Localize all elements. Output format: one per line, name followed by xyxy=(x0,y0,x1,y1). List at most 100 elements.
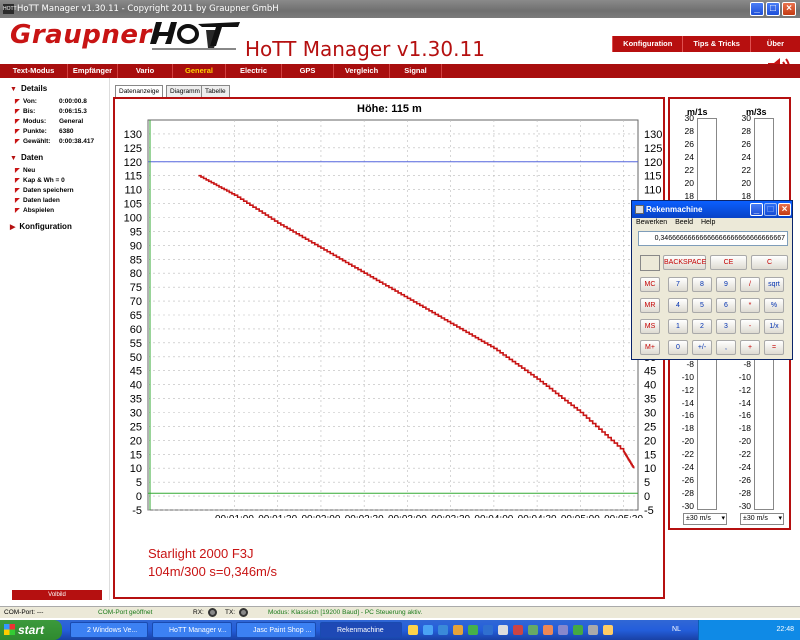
calc-minimize-button[interactable]: _ xyxy=(750,203,763,216)
bullet-icon: ◤ xyxy=(15,208,20,214)
backspace-button[interactable]: BACKSPACE xyxy=(663,255,706,270)
x-tick-label: 00:02:00 xyxy=(301,514,340,518)
memory-mplus-button[interactable]: M+ xyxy=(640,340,660,355)
menu-gps[interactable]: GPS xyxy=(282,64,334,78)
quick-launch-icon[interactable] xyxy=(543,625,553,635)
details-header[interactable]: ▼ Details xyxy=(10,84,47,93)
quick-launch-icon[interactable] xyxy=(513,625,523,635)
topnav-konfiguration[interactable]: Konfiguration xyxy=(612,36,683,52)
language-indicator[interactable]: NL xyxy=(672,620,681,640)
taskbar-paint-shop[interactable]: Jasc Paint Shop ... xyxy=(236,622,316,638)
quick-launch-icon[interactable] xyxy=(603,625,613,635)
key-x-button[interactable]: , xyxy=(716,340,736,355)
calculator-display[interactable]: 0,34666666666666666666666666666667 xyxy=(638,231,788,246)
quick-launch-icon[interactable] xyxy=(438,625,448,635)
y-tick-label-left: 115 xyxy=(124,171,142,183)
clock: 22:48 xyxy=(776,626,794,633)
vario-scale-label: -26 xyxy=(738,475,751,486)
key-6-button[interactable]: 6 xyxy=(716,298,736,313)
vario-range-select-1s[interactable]: ±30 m/s xyxy=(683,513,727,525)
y-tick-label-right: 40 xyxy=(644,380,656,392)
daten-laden[interactable]: ◤ Daten laden xyxy=(15,197,60,204)
menu-vergleich[interactable]: Vergleich xyxy=(334,64,390,78)
memory-mc-button[interactable]: MC xyxy=(640,277,660,292)
quick-launch-icon[interactable] xyxy=(468,625,478,635)
quick-launch-icon[interactable] xyxy=(498,625,508,635)
quick-launch-icon[interactable] xyxy=(573,625,583,635)
window-titlebar: HOTT HoTT Manager v1.30.11 - Copyright 2… xyxy=(0,0,800,18)
menu-empfanger[interactable]: Empfänger xyxy=(68,64,118,78)
key-1-button[interactable]: 1 xyxy=(668,319,688,334)
menu-vario[interactable]: Vario xyxy=(118,64,173,78)
menu-electric[interactable]: Electric xyxy=(226,64,282,78)
calc-menu-help[interactable]: Help xyxy=(701,219,715,226)
volbild-button[interactable]: Volbild xyxy=(12,590,102,600)
key-8-button[interactable]: 8 xyxy=(692,277,712,292)
tab-tabelle[interactable]: Tabelle xyxy=(201,85,230,97)
topnav-tips[interactable]: Tips & Tricks xyxy=(682,36,750,52)
taskbar-windows-explorer[interactable]: 2 Windows Ve... xyxy=(70,622,148,638)
calc-menu-bewerken[interactable]: Bewerken xyxy=(636,219,667,226)
main-menu: Text-Modus Empfänger Vario General Elect… xyxy=(0,64,800,78)
c-button[interactable]: C xyxy=(751,255,788,270)
y-tick-label-left: 20 xyxy=(130,435,142,447)
minimize-button[interactable]: _ xyxy=(750,2,764,16)
key-x-button[interactable]: * xyxy=(740,298,760,313)
key-3-button[interactable]: 3 xyxy=(716,319,736,334)
vario-range-select-3s[interactable]: ±30 m/s xyxy=(740,513,784,525)
maximize-button[interactable]: □ xyxy=(766,2,780,16)
key-x-button[interactable]: / xyxy=(740,277,760,292)
daten-neu[interactable]: ◤ Neu xyxy=(15,167,35,174)
y-tick-label-left: 120 xyxy=(124,157,142,169)
calc-menu-beeld[interactable]: Beeld xyxy=(675,219,693,226)
vario-scale-label: -10 xyxy=(738,371,751,382)
key-x-button[interactable]: = xyxy=(764,340,784,355)
quick-launch-icon[interactable] xyxy=(423,625,433,635)
key-x-button[interactable]: % xyxy=(764,298,784,313)
bullet-icon: ◤ xyxy=(15,139,20,145)
key-sqrt-button[interactable]: sqrt xyxy=(764,277,784,292)
quick-launch-icon[interactable] xyxy=(483,625,493,635)
key-5-button[interactable]: 5 xyxy=(692,298,712,313)
quick-launch-icon[interactable] xyxy=(588,625,598,635)
menu-signal[interactable]: Signal xyxy=(390,64,442,78)
memory-mr-button[interactable]: MR xyxy=(640,298,660,313)
key-9-button[interactable]: 9 xyxy=(716,277,736,292)
daten-kap[interactable]: ◤ Kap & Wh = 0 xyxy=(15,177,65,184)
key-xxx-button[interactable]: +/- xyxy=(692,340,712,355)
taskbar-hott-manager[interactable]: HoTT Manager v... xyxy=(152,622,232,638)
key-0-button[interactable]: 0 xyxy=(668,340,688,355)
tab-diagramm[interactable]: Diagramm xyxy=(166,85,204,97)
key-2-button[interactable]: 2 xyxy=(692,319,712,334)
key-7-button[interactable]: 7 xyxy=(668,277,688,292)
daten-header[interactable]: ▼ Daten xyxy=(10,153,43,162)
quick-launch-icon[interactable] xyxy=(408,625,418,635)
vario-scale-label: -20 xyxy=(681,436,694,447)
menu-general[interactable]: General xyxy=(173,64,226,78)
konfiguration-header[interactable]: ▶ Konfiguration xyxy=(10,222,72,231)
menu-text-modus[interactable]: Text-Modus xyxy=(0,64,68,78)
taskbar-rekenmachine[interactable]: Rekenmachine xyxy=(320,622,402,638)
vario-scale-label: -10 xyxy=(681,371,694,382)
key-1xx-button[interactable]: 1/x xyxy=(764,319,784,334)
quick-launch-icon[interactable] xyxy=(453,625,463,635)
topnav-uber[interactable]: Über xyxy=(749,36,800,52)
y-tick-label-left: 50 xyxy=(130,352,142,364)
rx-label: RX: xyxy=(193,609,204,616)
key-x-button[interactable]: - xyxy=(740,319,760,334)
memory-ms-button[interactable]: MS xyxy=(640,319,660,334)
y-tick-label-left: 105 xyxy=(124,199,142,211)
y-tick-label-right: 10 xyxy=(644,463,656,475)
key-4-button[interactable]: 4 xyxy=(668,298,688,313)
vario-scale-label: -24 xyxy=(681,462,694,473)
ce-button[interactable]: CE xyxy=(710,255,747,270)
quick-launch-icon[interactable] xyxy=(558,625,568,635)
daten-speichern[interactable]: ◤ Daten speichern xyxy=(15,187,74,194)
tab-datenanzeige[interactable]: Datenanzeige xyxy=(115,85,164,97)
daten-abspielen[interactable]: ◤ Abspielen xyxy=(15,207,54,214)
y-tick-label-left: 110 xyxy=(124,185,142,197)
key-x-button[interactable]: + xyxy=(740,340,760,355)
close-button[interactable]: × xyxy=(782,2,796,16)
quick-launch-icon[interactable] xyxy=(528,625,538,635)
calc-close-button[interactable]: × xyxy=(778,203,791,216)
